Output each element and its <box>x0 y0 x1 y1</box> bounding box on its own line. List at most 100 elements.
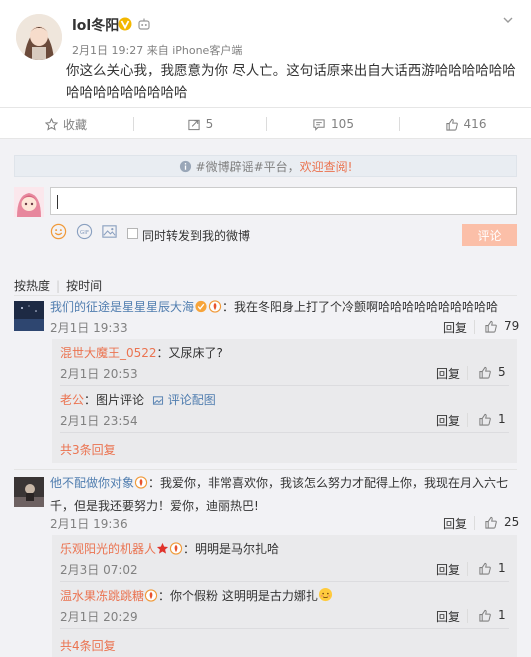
reply-button[interactable]: 回复 <box>436 412 460 429</box>
repost-icon <box>188 119 200 130</box>
comment-like-button[interactable]: 25 <box>484 515 519 529</box>
submit-comment-button[interactable]: 评论 <box>462 224 517 246</box>
comment-button[interactable]: 105 <box>267 108 399 140</box>
commenter-avatar[interactable] <box>14 301 44 331</box>
favorite-button[interactable]: 收藏 <box>0 108 132 140</box>
post-text: 你这么关心我，我愿意为你 尽人亡。这句话原来出自大话西游哈哈哈哈哈哈哈哈哈哈哈哈… <box>66 63 516 101</box>
post-time[interactable]: 2月1日 19:27 <box>72 44 143 57</box>
chevron-down-icon[interactable] <box>501 13 515 27</box>
sort-by-hot[interactable]: 按热度 <box>14 279 50 293</box>
comment-like-count: 79 <box>504 319 520 333</box>
rumor-notice: #微博辟谣#平台， 欢迎查阅! <box>14 155 517 177</box>
commenter-name[interactable]: 我们的征途是星星星辰大海 <box>50 300 194 314</box>
reply-like-button[interactable]: 5 <box>478 365 506 379</box>
sort-by-time[interactable]: 按时间 <box>66 279 102 293</box>
comment-image-link[interactable]: 评论配图 <box>152 393 216 407</box>
reply-author[interactable]: 老公 <box>60 393 84 407</box>
red-star-badge-icon <box>156 542 169 554</box>
thumbs-up-icon <box>479 413 491 426</box>
my-avatar[interactable] <box>14 187 44 217</box>
comment-time: 2月1日 19:33 <box>50 321 128 335</box>
reply-like-button[interactable]: 1 <box>478 608 506 622</box>
reply-body: 混世大魔王_0522：又尿床了? <box>60 343 223 363</box>
reply-like-button[interactable]: 1 <box>478 561 506 575</box>
more-replies-link[interactable]: 共3条回复 <box>60 441 116 458</box>
post-action-bar: 收藏 5 105 416 <box>0 107 531 139</box>
action-separator <box>467 562 468 576</box>
reply-author[interactable]: 温水果冻跳跳糖 <box>60 589 144 603</box>
divider <box>60 581 509 582</box>
comment-text: 千，但是我还要努力！爱你，迪丽热巴! <box>50 499 259 513</box>
author-name[interactable]: lol冬阳 <box>72 15 119 35</box>
info-icon <box>179 160 191 172</box>
comment-image-link-label: 评论配图 <box>167 393 216 407</box>
reply-button[interactable]: 回复 <box>443 319 467 336</box>
comment-line: 他不配做你对象 ：我爱你，非常喜欢你，我该怎么努力才配得上你，我现在月入六七 <box>50 473 520 493</box>
reply-button[interactable]: 回复 <box>436 608 460 625</box>
action-separator <box>467 413 468 427</box>
action-separator <box>474 320 475 334</box>
divider <box>14 469 517 470</box>
fire-badge-icon <box>208 300 222 313</box>
reply-thread: 乐观阳光的机器人 ：明明是马尔扎哈 2月3日 07:02 回复 1 温水果冻跳跳糖… <box>52 535 517 657</box>
reply-body: 老公：图片评论 评论配图 <box>60 390 216 410</box>
fire-badge-icon <box>144 589 158 602</box>
reply-text: ：又尿床了? <box>156 346 223 360</box>
emoji-icon[interactable] <box>50 223 67 240</box>
divider <box>60 628 509 629</box>
post-meta: 2月1日 19:27 来自 iPhone客户端 <box>72 42 242 58</box>
star-icon <box>44 117 58 131</box>
reply-author[interactable]: 混世大魔王_0522 <box>60 346 157 360</box>
comment-like-button[interactable]: 79 <box>484 319 519 333</box>
commenter-avatar[interactable] <box>14 477 44 507</box>
author-avatar[interactable] <box>16 14 62 60</box>
notice-link[interactable]: 欢迎查阅! <box>300 158 353 175</box>
divider <box>60 432 509 433</box>
thumbs-up-icon <box>479 562 491 575</box>
thumbs-up-icon <box>485 320 497 333</box>
image-icon[interactable] <box>101 223 118 240</box>
thumbs-up-icon <box>479 366 491 379</box>
reply-like-button[interactable]: 1 <box>478 412 506 426</box>
comment-icon <box>313 118 325 131</box>
reply-body: 温水果冻跳跳糖 ：你个假粉 这明明是古力娜扎 <box>60 586 333 606</box>
repost-checkbox[interactable] <box>127 228 138 239</box>
divider <box>60 385 509 386</box>
text-caret <box>57 195 58 209</box>
comment-like-count: 25 <box>504 515 520 529</box>
sort-divider: | <box>56 279 61 293</box>
comment-body: 他不配做你对象 ：我爱你，非常喜欢你，我该怎么努力才配得上你，我现在月入六七 千，… <box>50 473 520 516</box>
comment-time: 2月1日 19:36 <box>50 517 128 531</box>
commenter-name[interactable]: 他不配做你对象 <box>50 476 134 490</box>
fire-badge-icon <box>134 476 148 489</box>
robot-icon <box>138 18 150 30</box>
comment-panel: #微博辟谣#平台， 欢迎查阅! GIF 同时转发到我的微博 评论 按热度 | 按时间 <box>0 139 531 657</box>
favorite-label: 收藏 <box>62 117 87 132</box>
post-source: 来自 iPhone客户端 <box>146 44 243 57</box>
reply-time: 2月1日 20:53 <box>60 367 138 381</box>
blush-emoji-icon <box>318 587 332 602</box>
comment-input[interactable] <box>50 187 517 215</box>
reply-time: 2月3日 07:02 <box>60 563 138 577</box>
like-button[interactable]: 416 <box>400 108 531 140</box>
reply-button[interactable]: 回复 <box>436 561 460 578</box>
comment-text: ：我在冬阳身上打了个冷颤啊哈哈哈哈哈哈哈哈哈哈 <box>222 300 499 314</box>
reply-button[interactable]: 回复 <box>443 515 467 532</box>
reply-like-count: 1 <box>498 608 506 622</box>
fire-badge-icon <box>169 542 183 555</box>
gif-icon[interactable]: GIF <box>76 223 93 240</box>
more-replies-link[interactable]: 共4条回复 <box>60 637 116 654</box>
action-separator <box>467 366 468 380</box>
thumbs-up-icon <box>445 118 458 131</box>
repost-button[interactable]: 5 <box>134 108 266 140</box>
reply-text: ：明明是马尔扎哈 <box>183 542 280 556</box>
reply-button[interactable]: 回复 <box>436 365 460 382</box>
reply-author[interactable]: 乐观阳光的机器人 <box>60 542 156 556</box>
comment-body: 我们的征途是星星星辰大海 ：我在冬阳身上打了个冷颤啊哈哈哈哈哈哈哈哈哈哈 <box>50 297 498 317</box>
notice-text: #微博辟谣#平台， <box>195 159 300 174</box>
thumbs-up-icon <box>485 516 497 529</box>
verified-icon <box>118 17 132 31</box>
action-separator <box>467 609 468 623</box>
reply-time: 2月1日 20:29 <box>60 610 138 624</box>
reply-thread: 混世大魔王_0522：又尿床了? 2月1日 20:53 回复 5 老公：图片评论… <box>52 339 517 463</box>
